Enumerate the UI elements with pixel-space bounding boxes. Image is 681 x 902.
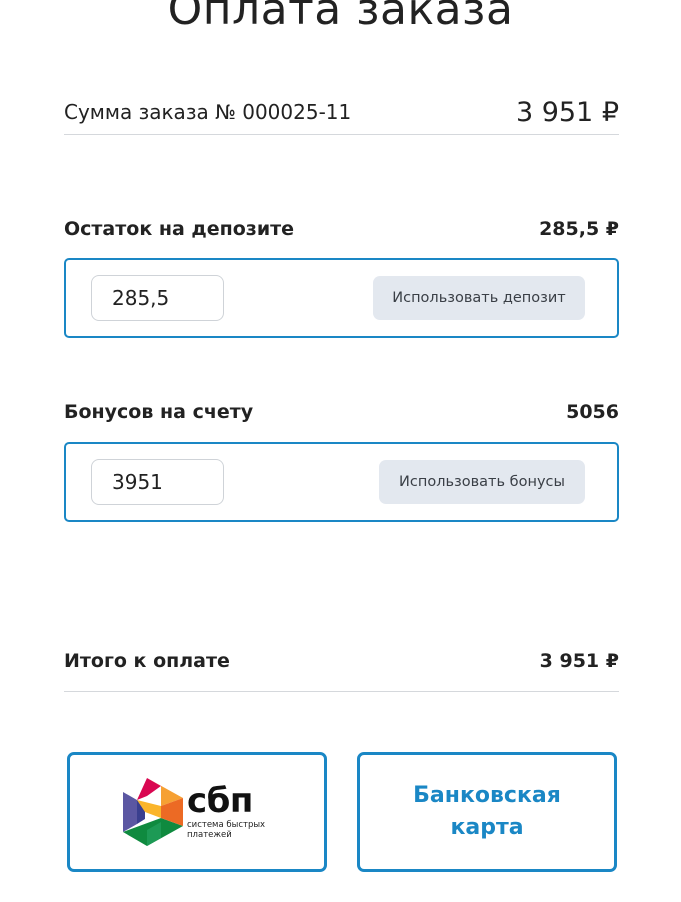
deposit-balance: 285,5 ₽ <box>539 218 619 240</box>
deposit-amount-input[interactable] <box>91 275 224 321</box>
sbp-logo-text-group: сбп система быстрых платежей <box>187 784 271 840</box>
sbp-logo: сбп система быстрых платежей <box>123 778 271 846</box>
deposit-panel: Использовать депозит <box>64 258 619 338</box>
bonus-label: Бонусов на счету <box>64 401 254 423</box>
page-title: Оплата заказа <box>167 0 514 35</box>
sbp-logo-subtitle: система быстрых платежей <box>187 820 266 840</box>
sbp-logo-word: сбп <box>187 781 253 821</box>
payment-page: Оплата заказа Сумма заказа № 000025-11 3… <box>0 0 681 902</box>
bonus-panel: Использовать бонусы <box>64 442 619 522</box>
use-bonus-button[interactable]: Использовать бонусы <box>379 460 585 504</box>
total-amount: 3 951 ₽ <box>539 650 619 672</box>
order-label: Сумма заказа № 000025-11 <box>64 100 352 124</box>
bank-card-payment-button[interactable]: Банковская карта <box>357 752 617 872</box>
bonus-header-row: Бонусов на счету 5056 <box>64 397 619 427</box>
order-divider <box>64 134 619 135</box>
order-summary-row: Сумма заказа № 000025-11 3 951 ₽ <box>64 94 619 130</box>
use-deposit-button[interactable]: Использовать депозит <box>373 276 585 320</box>
total-label: Итого к оплате <box>64 650 230 672</box>
total-divider <box>64 691 619 692</box>
deposit-label: Остаток на депозите <box>64 218 295 240</box>
sbp-payment-button[interactable]: сбп система быстрых платежей <box>67 752 327 872</box>
bonus-balance: 5056 <box>566 401 619 423</box>
sbp-logo-icon <box>123 778 183 846</box>
total-row: Итого к оплате 3 951 ₽ <box>64 646 619 676</box>
deposit-header-row: Остаток на депозите 285,5 ₽ <box>64 214 619 244</box>
order-amount: 3 951 ₽ <box>515 96 619 128</box>
bank-card-label: Банковская карта <box>413 783 561 840</box>
bonus-amount-input[interactable] <box>91 459 224 505</box>
